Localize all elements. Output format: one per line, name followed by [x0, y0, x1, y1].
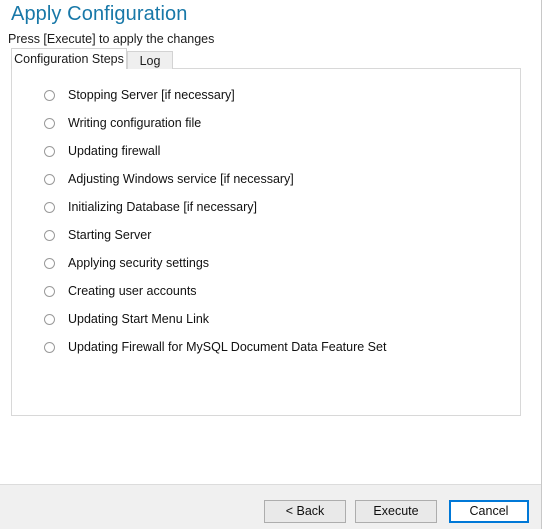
tab-log[interactable]: Log [127, 51, 173, 69]
configuration-step-row: Initializing Database [if necessary] [12, 193, 520, 221]
step-label: Stopping Server [if necessary] [68, 88, 235, 102]
configuration-steps-list: Stopping Server [if necessary] Writing co… [12, 81, 520, 361]
back-button[interactable]: < Back [264, 500, 346, 523]
step-status-radio-icon [44, 257, 55, 269]
step-label: Initializing Database [if necessary] [68, 200, 257, 214]
tab-log-label: Log [139, 54, 161, 68]
page-subtitle: Press [Execute] to apply the changes [8, 32, 215, 46]
step-status-radio-icon [44, 117, 55, 129]
step-label: Starting Server [68, 228, 152, 242]
configuration-step-row: Stopping Server [if necessary] [12, 81, 520, 109]
configuration-steps-panel: Stopping Server [if necessary] Writing co… [11, 68, 521, 416]
step-label: Updating Firewall for MySQL Document Dat… [68, 340, 387, 354]
step-label: Updating firewall [68, 144, 161, 158]
tab-configuration-steps-label: Configuration Steps [14, 52, 124, 66]
step-status-radio-icon [44, 145, 55, 157]
step-status-radio-icon [44, 341, 55, 353]
configuration-step-row: Starting Server [12, 221, 520, 249]
step-label: Adjusting Windows service [if necessary] [68, 172, 294, 186]
configuration-step-row: Applying security settings [12, 249, 520, 277]
page-title: Apply Configuration [11, 3, 188, 25]
step-status-radio-icon [44, 313, 55, 325]
step-status-radio-icon [44, 173, 55, 185]
step-status-radio-icon [44, 285, 55, 297]
configuration-step-row: Writing configuration file [12, 109, 520, 137]
configuration-step-row: Updating Start Menu Link [12, 305, 520, 333]
tabstrip: Configuration Steps Log [11, 48, 521, 69]
step-label: Applying security settings [68, 256, 210, 270]
step-status-radio-icon [44, 201, 55, 213]
step-label: Writing configuration file [68, 116, 202, 130]
step-status-radio-icon [44, 89, 55, 101]
footer-button-bar: < Back Execute Cancel [0, 485, 541, 529]
step-label: Creating user accounts [68, 284, 197, 298]
step-status-radio-icon [44, 229, 55, 241]
tab-configuration-steps[interactable]: Configuration Steps [11, 48, 127, 69]
cancel-button[interactable]: Cancel [449, 500, 529, 523]
configuration-step-row: Creating user accounts [12, 277, 520, 305]
configuration-step-row: Updating firewall [12, 137, 520, 165]
window-right-edge [541, 0, 545, 529]
configuration-step-row: Updating Firewall for MySQL Document Dat… [12, 333, 520, 361]
execute-button[interactable]: Execute [355, 500, 437, 523]
configuration-step-row: Adjusting Windows service [if necessary] [12, 165, 520, 193]
step-label: Updating Start Menu Link [68, 312, 210, 326]
apply-configuration-window: Apply Configuration Press [Execute] to a… [0, 0, 541, 529]
